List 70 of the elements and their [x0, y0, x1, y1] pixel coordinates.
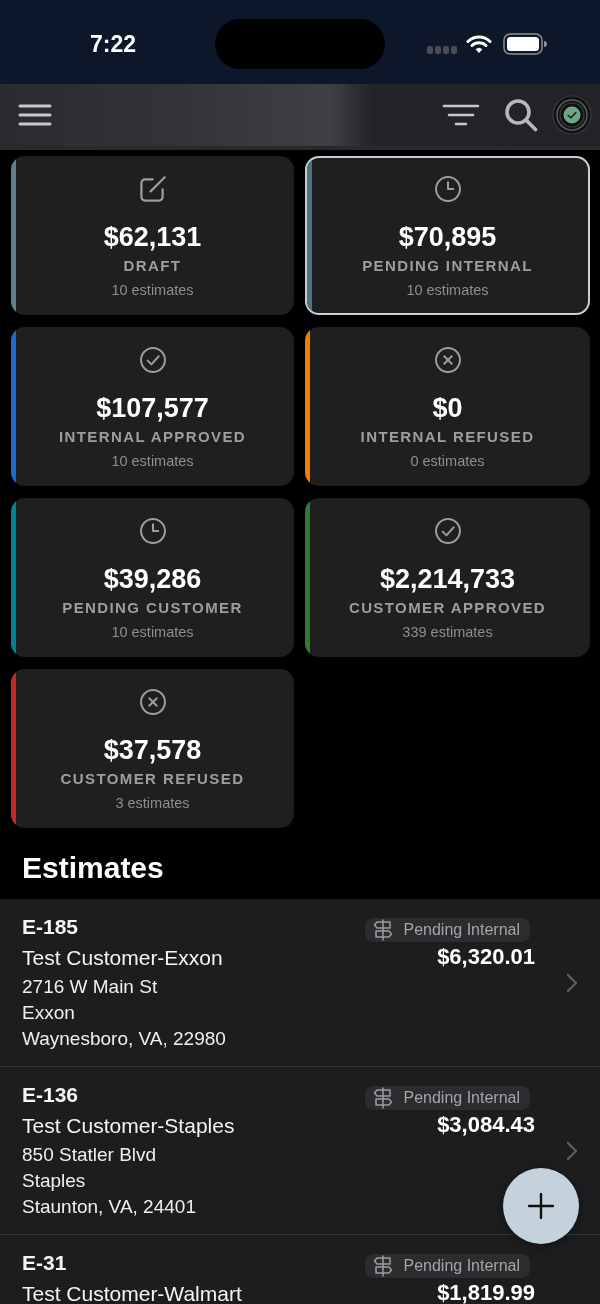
signpost-icon — [372, 1255, 395, 1277]
customer-name: Test Customer-Staples — [22, 1114, 235, 1138]
estimate-amount: $6,320.01 — [437, 943, 535, 971]
card-count: 10 estimates — [111, 452, 194, 471]
status-card[interactable]: $2,214,733 CUSTOMER APPROVED 339 estimates — [305, 498, 590, 657]
customer-name: Test Customer-Exxon — [22, 946, 223, 970]
card-label: INTERNAL REFUSED — [360, 427, 535, 447]
check-circle-icon — [139, 347, 166, 373]
status-card[interactable]: $107,577 INTERNAL APPROVED 10 estimates — [11, 327, 294, 486]
card-label: PENDING INTERNAL — [362, 256, 533, 276]
card-amount: $70,895 — [398, 221, 497, 253]
card-count: 10 estimates — [111, 623, 194, 642]
card-amount: $39,286 — [103, 563, 202, 595]
status-card[interactable]: $70,895 PENDING INTERNAL 10 estimates — [305, 156, 590, 315]
card-label: INTERNAL APPROVED — [58, 427, 247, 447]
battery-icon — [503, 33, 547, 55]
plus-icon — [528, 1193, 554, 1219]
estimate-amount: $1,819.99 — [437, 1279, 535, 1304]
section-title: Estimates — [22, 850, 165, 886]
customer-name: Test Customer-Walmart — [22, 1282, 242, 1304]
status-card[interactable]: $62,131 DRAFT 10 estimates — [11, 156, 294, 315]
check-badge-icon[interactable] — [552, 95, 592, 135]
status-label: Pending Internal — [403, 1089, 520, 1107]
card-count: 0 estimates — [410, 452, 485, 471]
check-circle-icon — [434, 518, 461, 544]
estimate-row[interactable]: E-185 Test Customer-Exxon 2716 W Main St Exxon Waynesboro, VA, 22980 Pending Internal $6,320.01 — [0, 899, 600, 1066]
address-line: Staunton, VA, 24401 — [22, 1195, 196, 1219]
x-circle-icon — [139, 689, 166, 715]
search-icon[interactable] — [504, 98, 538, 132]
filter-icon[interactable] — [442, 104, 480, 126]
card-label: PENDING CUSTOMER — [62, 598, 243, 618]
x-circle-icon — [434, 347, 461, 373]
estimate-number: E-185 — [22, 914, 79, 940]
status-time: 7:22 — [89, 30, 136, 58]
card-count: 3 estimates — [115, 794, 190, 813]
clock-icon — [139, 518, 166, 544]
address-line: 850 Statler Blvd — [22, 1143, 157, 1167]
card-count: 10 estimates — [406, 281, 489, 300]
status-label: Pending Internal — [403, 921, 520, 939]
signpost-icon — [372, 919, 395, 941]
menu-icon[interactable] — [18, 104, 52, 126]
card-amount: $0 — [432, 392, 463, 424]
card-amount: $62,131 — [103, 221, 202, 253]
status-card[interactable]: $39,286 PENDING CUSTOMER 10 estimates — [11, 498, 294, 657]
edit-icon — [139, 176, 166, 202]
clock-icon — [434, 176, 461, 202]
chevron-icon — [566, 1141, 578, 1161]
estimate-row[interactable]: E-31 Test Customer-Walmart Pending Internal $1,819.99 — [0, 1234, 600, 1304]
status-label: Pending Internal — [403, 1257, 520, 1275]
card-amount: $37,578 — [103, 734, 202, 766]
chevron-icon — [566, 973, 578, 993]
card-amount: $107,577 — [96, 392, 209, 424]
estimate-amount: $3,084.43 — [437, 1111, 535, 1139]
signal-icon — [427, 46, 457, 54]
address-line: Waynesboro, VA, 22980 — [22, 1027, 226, 1051]
signpost-icon — [372, 1087, 395, 1109]
card-label: DRAFT — [123, 256, 182, 276]
address-line: Staples — [22, 1169, 86, 1193]
card-label: CUSTOMER REFUSED — [60, 769, 245, 789]
card-count: 10 estimates — [111, 281, 194, 300]
wifi-icon — [466, 34, 492, 54]
status-card[interactable]: $0 INTERNAL REFUSED 0 estimates — [305, 327, 590, 486]
card-label: CUSTOMER APPROVED — [348, 598, 547, 618]
card-amount: $2,214,733 — [379, 563, 516, 595]
card-count: 339 estimates — [402, 623, 493, 642]
address-line: 2716 W Main St — [22, 975, 158, 999]
estimate-number: E-31 — [22, 1250, 67, 1276]
status-card[interactable]: $37,578 CUSTOMER REFUSED 3 estimates — [11, 669, 294, 828]
address-line: Exxon — [22, 1001, 75, 1025]
estimate-number: E-136 — [22, 1082, 79, 1108]
